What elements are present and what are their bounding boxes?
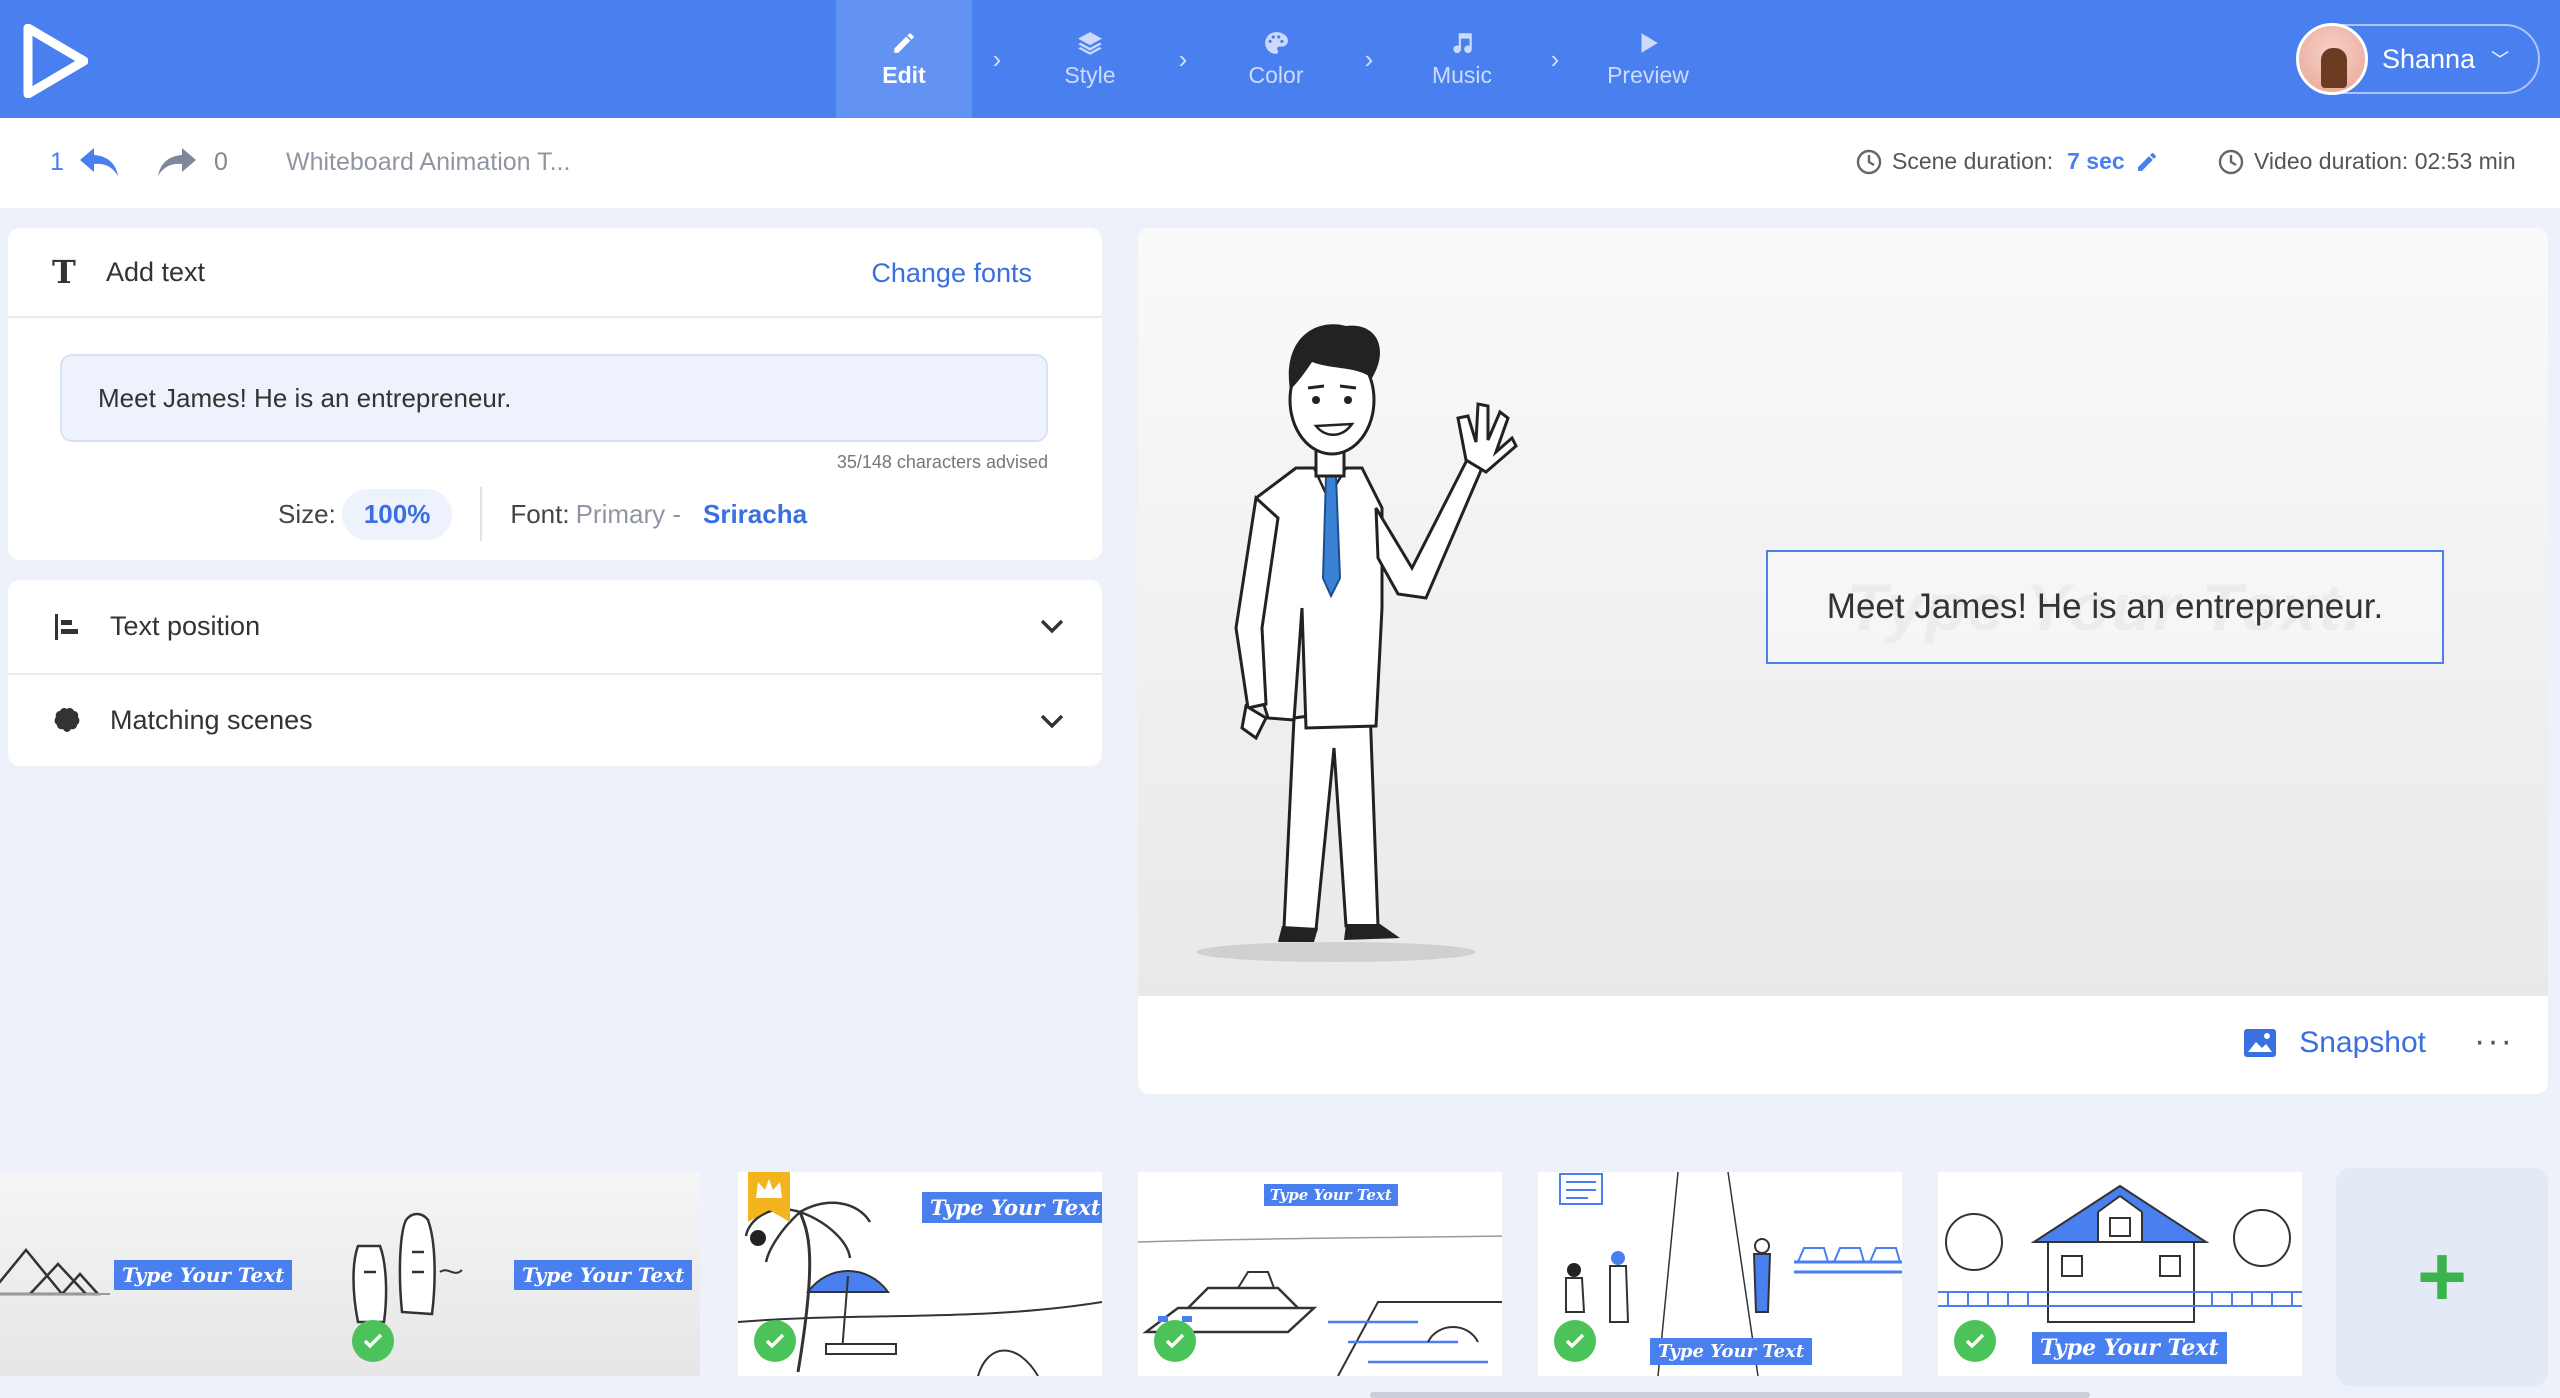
step-label: Style — [1064, 61, 1116, 88]
divider — [480, 487, 483, 541]
scene-text-label: Type Your Text — [1264, 1184, 1398, 1206]
scene-timeline: Type Your Text Type Your Text Type Your … — [0, 1150, 2560, 1398]
scene-thumbnail[interactable]: Type Your Text — [1938, 1172, 2302, 1376]
plus-icon: + — [2416, 1229, 2468, 1325]
change-fonts-link[interactable]: Change fonts — [871, 258, 1032, 289]
add-scene-button[interactable]: + — [2336, 1168, 2548, 1386]
chevron-right-icon: › — [1550, 43, 1560, 74]
size-selector[interactable]: 100% — [341, 488, 453, 540]
redo-icon[interactable] — [156, 146, 198, 178]
chevron-right-icon: › — [1364, 43, 1374, 74]
scene-text-label: Type Your Text — [1650, 1338, 1813, 1365]
font-label: Font: — [510, 498, 570, 529]
scene-text-label: Type Your Text — [2032, 1332, 2227, 1364]
selected-check-icon — [754, 1320, 796, 1362]
premium-crown-icon — [748, 1172, 790, 1222]
more-options-button[interactable]: ··· — [2474, 1022, 2514, 1061]
undo-count: 1 — [50, 148, 64, 176]
text-format-icon: T — [52, 253, 76, 291]
selected-check-icon — [1154, 1320, 1196, 1362]
character-count: 35/148 characters advised — [836, 452, 1048, 472]
step-color[interactable]: Color — [1208, 0, 1344, 118]
scene-text-label: Type Your Text — [514, 1260, 693, 1290]
selected-check-icon — [352, 1320, 394, 1362]
text-position-label: Text position — [110, 611, 261, 641]
clock-icon — [1856, 149, 1882, 174]
project-name[interactable]: Whiteboard Animation T... — [286, 148, 570, 177]
chevron-right-icon: › — [992, 43, 1002, 74]
pencil-icon[interactable] — [2135, 150, 2159, 174]
scene-thumbnail[interactable]: Type Your Text — [0, 1172, 364, 1376]
timeline-scrollbar[interactable] — [1370, 1392, 2090, 1398]
settings-accordions: Text position Matching scenes — [8, 580, 1102, 766]
step-label: Edit — [882, 61, 926, 88]
top-bar: Edit › Style › Color › Music › Preview S… — [0, 0, 2560, 118]
font-primary-label: Primary - — [575, 498, 681, 529]
font-name-link[interactable]: Sriracha — [703, 499, 807, 530]
play-icon — [1641, 32, 1658, 53]
scene-preview: Type Your Text. Meet James! He is an ent… — [1138, 228, 2548, 1094]
add-text-title: Add text — [106, 256, 206, 287]
avatar — [2296, 23, 2368, 95]
clock-icon — [2218, 149, 2244, 174]
chevron-down-icon — [1040, 714, 1064, 729]
size-label: Size: — [278, 498, 336, 529]
step-label: Preview — [1607, 61, 1689, 88]
undo-icon[interactable] — [78, 146, 120, 178]
pencil-icon — [894, 32, 914, 53]
chevron-down-icon: ﹀ — [2491, 50, 2510, 70]
scene-thumbnail[interactable]: Type Your Text — [336, 1172, 700, 1376]
matching-scenes-accordion[interactable]: Matching scenes — [8, 673, 1102, 766]
selected-check-icon — [1554, 1320, 1596, 1362]
add-text-header: T Add text Change fonts — [8, 228, 1102, 318]
matching-scenes-label: Matching scenes — [110, 705, 313, 735]
scene-duration-value[interactable]: 7 sec — [2067, 148, 2125, 175]
chevron-down-icon — [1040, 619, 1064, 634]
step-label: Color — [1248, 61, 1304, 88]
businessman-illustration — [1196, 324, 1518, 962]
scene-thumbnail[interactable]: Type Your Text — [1138, 1172, 1502, 1376]
snapshot-label: Snapshot — [2299, 1026, 2426, 1059]
redo-count: 0 — [214, 148, 228, 176]
music-note-icon — [1453, 32, 1472, 53]
scene-thumbnail[interactable]: Type Your Text — [1538, 1172, 1902, 1376]
text-position-accordion[interactable]: Text position — [8, 580, 1102, 673]
chevron-right-icon: › — [1178, 43, 1188, 74]
palette-icon — [1265, 31, 1288, 54]
scene-text-label: Type Your Text — [922, 1192, 1102, 1223]
scene-text: Meet James! He is an entrepreneur. — [1826, 587, 2384, 626]
image-icon — [2244, 1029, 2277, 1057]
selected-check-icon — [1954, 1320, 1996, 1362]
preview-canvas[interactable]: Type Your Text. Meet James! He is an ent… — [1138, 228, 2548, 996]
step-label: Music — [1431, 61, 1493, 88]
add-text-panel: T Add text Change fonts Meet James! He i… — [8, 228, 1102, 560]
scene-text-label: Type Your Text — [114, 1260, 293, 1290]
scene-thumbnail[interactable]: Type Your Text — [738, 1172, 1102, 1376]
layers-icon — [1078, 31, 1102, 55]
video-duration-label: Video duration: 02:53 min — [2254, 148, 2516, 174]
brain-icon — [54, 707, 80, 732]
video-duration: Video duration: 02:53 min — [2218, 148, 2516, 175]
workflow-steps: Edit › Style › Color › Music › Preview — [836, 0, 1716, 118]
snapshot-button[interactable]: Snapshot — [2243, 1026, 2426, 1060]
step-music[interactable]: Music — [1394, 0, 1530, 118]
step-preview[interactable]: Preview — [1580, 0, 1716, 118]
align-left-icon — [55, 613, 78, 640]
preview-footer: Snapshot ··· — [1138, 996, 2548, 1094]
size-font-row: Size: 100% Font: Primary - Sriracha — [278, 484, 807, 544]
user-name: Shanna — [2382, 43, 2476, 74]
scene-duration-label: Scene duration: — [1892, 148, 2054, 174]
step-edit[interactable]: Edit — [836, 0, 972, 118]
scene-text-input[interactable]: Meet James! He is an entrepreneur. — [60, 354, 1048, 442]
scene-text-box[interactable]: Type Your Text. Meet James! He is an ent… — [1766, 550, 2444, 664]
step-style[interactable]: Style — [1022, 0, 1158, 118]
scene-duration: Scene duration: 7 sec — [1856, 148, 2159, 175]
user-menu[interactable]: Shanna ﹀ — [2296, 23, 2540, 95]
app-logo-icon[interactable] — [22, 24, 88, 98]
